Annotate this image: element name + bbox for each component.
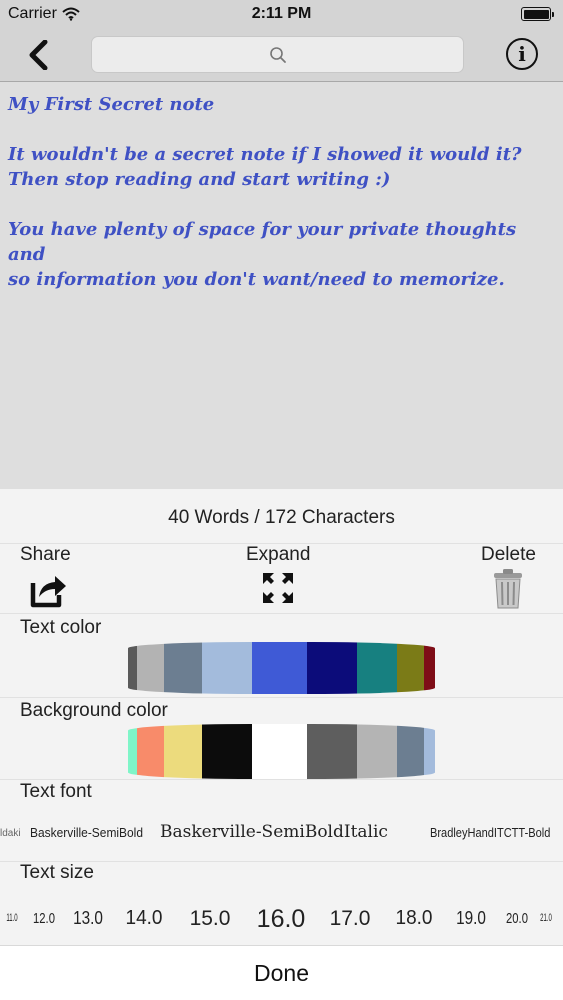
text-color-swatch[interactable] <box>357 642 397 694</box>
note-text-area[interactable]: My First Secret note It wouldn't be a se… <box>0 82 563 489</box>
done-button[interactable]: Done <box>254 960 309 987</box>
background-color-label: Background color <box>20 700 168 721</box>
text-color-label: Text color <box>20 617 102 638</box>
trash-icon <box>494 569 523 609</box>
done-bar: Done <box>0 945 563 1000</box>
background-color-swatch[interactable] <box>128 724 137 779</box>
delete-button[interactable]: Delete <box>481 544 536 610</box>
background-color-swatch[interactable] <box>252 724 307 779</box>
text-color-swatch[interactable] <box>397 642 424 694</box>
info-icon: i <box>518 42 526 66</box>
text-size-picker[interactable]: 11.0 12.0 13.0 14.0 15.0 16.0 17.0 18.0 19.0 20.0… <box>0 901 563 933</box>
text-color-swatch[interactable] <box>202 642 252 694</box>
share-label: Share <box>20 544 71 565</box>
size-option[interactable]: 19.0 <box>456 908 486 929</box>
back-button[interactable] <box>22 38 54 72</box>
text-color-swatch[interactable] <box>424 642 435 694</box>
background-color-swatch[interactable] <box>357 724 397 779</box>
clock: 2:11 PM <box>251 5 312 22</box>
background-color-swatch[interactable] <box>164 724 202 779</box>
expand-icon <box>263 573 294 603</box>
font-option[interactable]: Baskerville-SemiBold <box>30 825 143 840</box>
text-font-label: Text font <box>20 781 92 802</box>
expand-label: Expand <box>246 544 311 565</box>
size-option[interactable]: 12.0 <box>33 910 55 927</box>
size-option[interactable]: 18.0 <box>396 907 433 930</box>
share-button[interactable]: Share <box>20 544 71 609</box>
font-option[interactable]: BradleyHandITCTT-Bold <box>430 825 550 840</box>
text-color-swatch[interactable] <box>164 642 202 694</box>
size-option[interactable]: 11.0 <box>6 912 17 924</box>
background-color-picker[interactable] <box>128 724 435 779</box>
background-color-swatch[interactable] <box>424 724 435 779</box>
expand-button[interactable]: Expand <box>246 544 310 605</box>
note-line <box>8 192 555 217</box>
size-option-selected[interactable]: 16.0 <box>257 905 306 934</box>
delete-label: Delete <box>481 544 536 565</box>
size-option[interactable]: 15.0 <box>190 907 231 931</box>
text-color-swatch[interactable] <box>307 642 357 694</box>
note-line: You have plenty of space for your privat… <box>8 219 517 265</box>
text-color-picker[interactable] <box>128 642 435 694</box>
size-option[interactable]: 17.0 <box>330 907 371 931</box>
background-color-swatch[interactable] <box>202 724 252 779</box>
note-line: It wouldn't be a secret note if I showed… <box>8 144 522 165</box>
divider <box>0 779 563 780</box>
size-option[interactable]: 21.0 <box>540 912 552 924</box>
size-option[interactable]: 13.0 <box>73 908 103 929</box>
battery-icon <box>521 7 554 21</box>
note-settings-panel: 40 Words / 172 Characters Share Expand D… <box>0 489 563 945</box>
note-line <box>8 117 555 142</box>
background-color-swatch[interactable] <box>137 724 164 779</box>
text-color-swatch[interactable] <box>137 642 164 694</box>
text-color-swatch[interactable] <box>252 642 307 694</box>
divider <box>0 697 563 698</box>
font-option-partial[interactable]: ldaki <box>0 828 21 839</box>
background-color-swatch[interactable] <box>397 724 424 779</box>
share-icon <box>30 576 66 608</box>
size-option[interactable]: 14.0 <box>126 907 163 930</box>
note-line: so information you don't want/need to me… <box>8 269 505 290</box>
chevron-left-icon <box>29 40 48 70</box>
search-field[interactable] <box>91 36 464 73</box>
text-color-swatch[interactable] <box>128 642 137 694</box>
divider <box>0 613 563 614</box>
info-button[interactable]: i <box>506 38 538 70</box>
search-icon <box>269 46 286 63</box>
note-line: Then stop reading and start writing :) <box>8 169 391 190</box>
size-option[interactable]: 20.0 <box>506 910 528 927</box>
background-color-swatch[interactable] <box>307 724 357 779</box>
word-count: 40 Words / 172 Characters <box>168 507 395 528</box>
font-option-selected[interactable]: Baskerville-SemiBoldItalic <box>160 822 388 842</box>
status-bar: Carrier 2:11 PM <box>0 0 563 30</box>
note-line: My First Secret note <box>8 94 215 115</box>
text-size-label: Text size <box>20 862 94 883</box>
text-font-picker[interactable]: ldaki Baskerville-SemiBold Baskerville-S… <box>0 821 563 845</box>
navigation-bar: Carrier 2:11 PM i <box>0 0 563 82</box>
